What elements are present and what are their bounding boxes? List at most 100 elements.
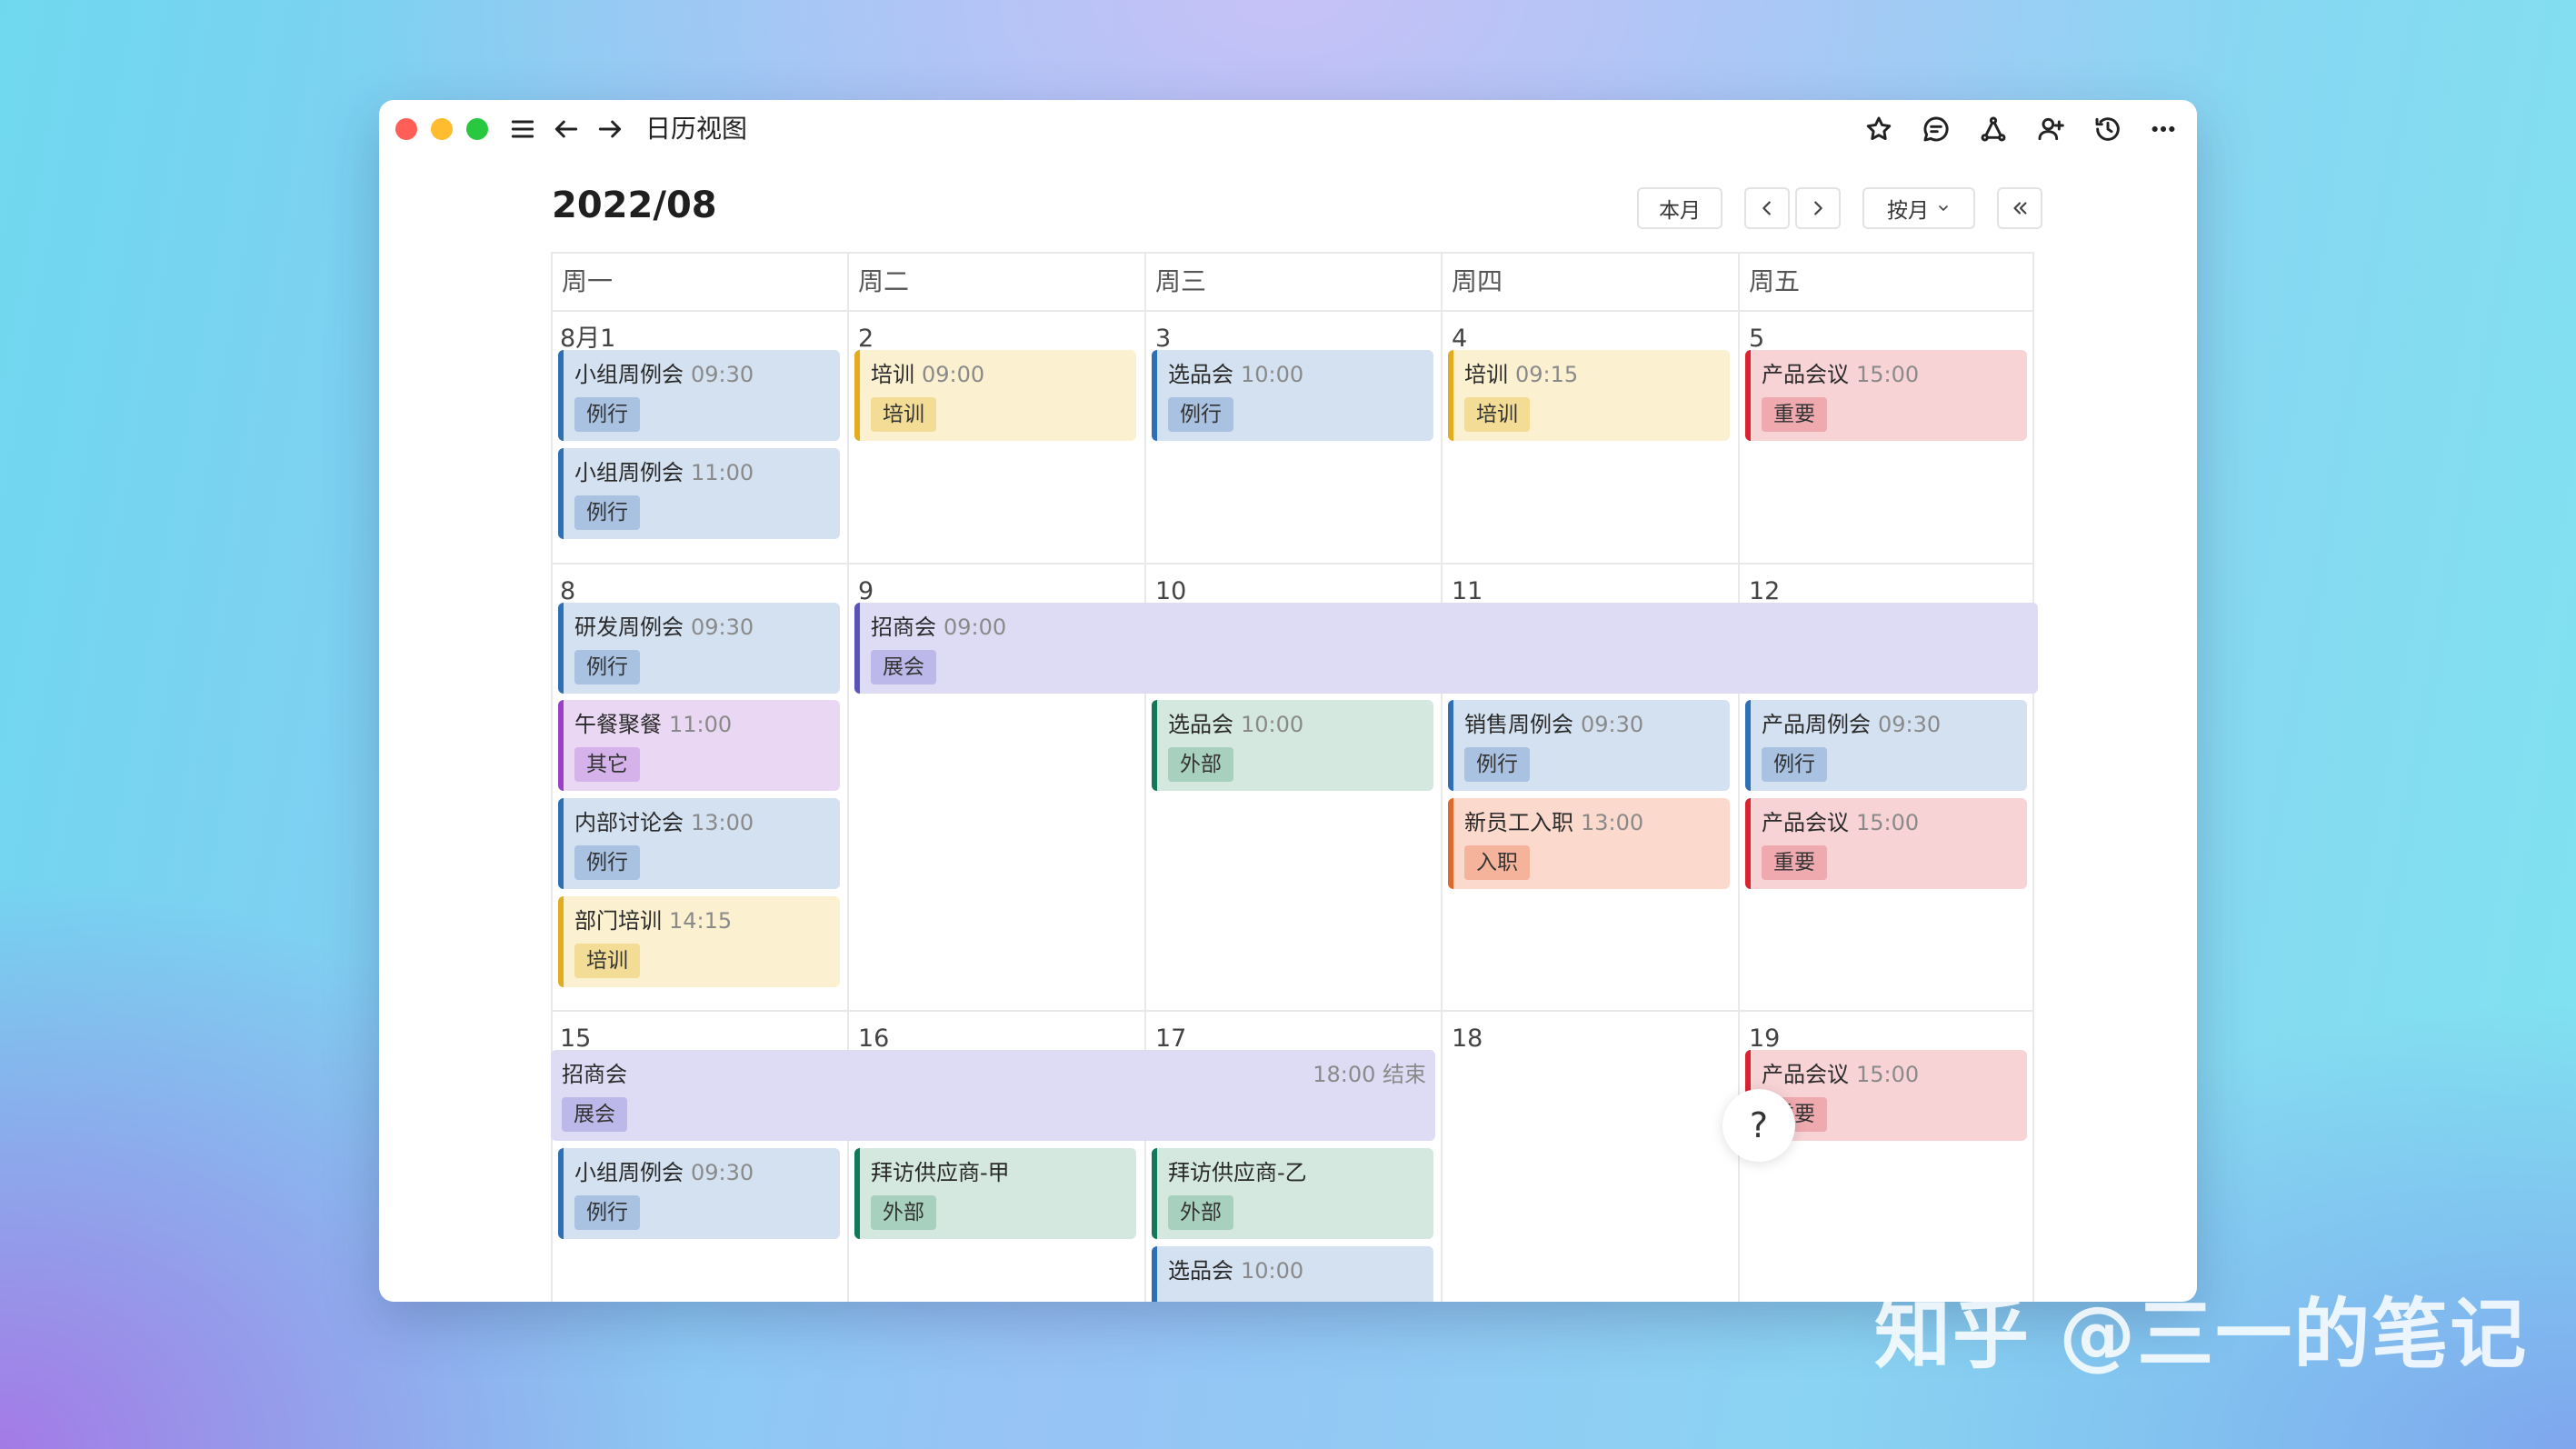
event-card[interactable]: 产品会议15:00重要 — [1745, 798, 2027, 889]
event-tag: 展会 — [871, 650, 936, 685]
collapse-button[interactable] — [1997, 187, 2042, 229]
view-mode-dropdown[interactable]: 按月 — [1862, 187, 1975, 229]
event-card[interactable]: 内部讨论会13:00 例行 — [558, 798, 840, 889]
event-title: 招商会 — [562, 1062, 627, 1087]
window-zoom-button[interactable] — [466, 118, 488, 140]
event-tag: 例行 — [1762, 747, 1827, 782]
next-month-button[interactable] — [1795, 187, 1841, 229]
event-card[interactable]: 产品会议15:00重要 — [1745, 350, 2027, 441]
event-title-line: 研发周例会09:30 — [574, 614, 754, 641]
event-title-line: 产品会议15:00 — [1762, 361, 1919, 388]
event-tag: 例行 — [574, 495, 640, 530]
forward-arrow-icon[interactable] — [594, 113, 626, 145]
event-card[interactable]: 选品会10:00外部 — [1152, 700, 1433, 791]
add-user-icon[interactable] — [2034, 113, 2067, 145]
star-icon[interactable] — [1862, 113, 1895, 145]
weekday-header: 周五 — [1749, 266, 1800, 297]
event-card[interactable]: 新员工入职13:00入职 — [1448, 798, 1730, 889]
event-card[interactable]: 招商会09:00 展会 — [854, 603, 2038, 694]
event-time: 09:30 — [691, 1160, 754, 1185]
event-time: 10:00 — [1241, 1258, 1303, 1284]
comment-icon[interactable] — [1920, 113, 1952, 145]
event-title-line: 拜访供应商-甲 — [871, 1159, 1010, 1186]
event-card[interactable]: 培训 09:15 培训 — [1448, 350, 1730, 441]
event-tag: 培训 — [871, 397, 936, 432]
chevron-left-icon — [1757, 198, 1777, 218]
event-time: 10:00 — [1241, 362, 1303, 387]
event-title-line: 培训09:00 — [871, 361, 984, 388]
event-title: 小组周例会 — [574, 460, 684, 485]
event-card[interactable]: 研发周例会09:30 例行 — [558, 603, 840, 694]
event-card[interactable]: 午餐聚餐11:00其它 — [558, 700, 840, 791]
event-time: 09:30 — [691, 362, 754, 387]
event-tag: 例行 — [574, 1195, 640, 1230]
share-icon[interactable] — [1977, 113, 2010, 145]
weekday-header: 周一 — [562, 266, 613, 297]
event-tag: 例行 — [574, 845, 640, 880]
event-tag: 其它 — [574, 747, 640, 782]
event-time: 09:00 — [944, 615, 1006, 640]
event-title-line: 选品会10:00 — [1168, 361, 1303, 388]
this-month-button[interactable]: 本月 — [1637, 187, 1722, 229]
weekday-header: 周二 — [858, 266, 909, 297]
month-title: 2022/08 — [552, 184, 717, 227]
event-tag: 例行 — [1464, 747, 1530, 782]
event-card[interactable]: 培训09:00 培训 — [854, 350, 1136, 441]
history-icon[interactable] — [2092, 113, 2124, 145]
event-title: 选品会 — [1168, 712, 1233, 737]
window-close-button[interactable] — [395, 118, 417, 140]
window-minimize-button[interactable] — [431, 118, 453, 140]
event-title-line: 产品会议15:00 — [1762, 1061, 1919, 1088]
event-tag: 入职 — [1464, 845, 1530, 880]
event-title: 产品会议 — [1762, 362, 1849, 387]
event-card[interactable]: 部门培训 14:15 培训 — [558, 896, 840, 987]
event-tag: 培训 — [1464, 397, 1530, 432]
event-title: 产品会议 — [1762, 1062, 1849, 1087]
event-time: 14:15 — [669, 908, 732, 934]
event-card[interactable]: 选品会 10:00 — [1152, 1246, 1433, 1302]
event-time: 09:15 — [1515, 362, 1578, 387]
calendar-grid: 周一 周二 周三 周四 周五 8月1 2 3 4 5 8 9 10 11 12 … — [551, 252, 2034, 1302]
event-title: 拜访供应商-乙 — [1168, 1160, 1307, 1185]
help-button[interactable]: ? — [1722, 1089, 1795, 1162]
event-tag: 例行 — [574, 650, 640, 685]
event-title-line: 招商会09:00 — [871, 614, 1006, 641]
day-number: 18 — [1452, 1024, 1483, 1054]
view-mode-label: 按月 — [1887, 193, 1929, 224]
event-card[interactable]: 产品周例会09:30例行 — [1745, 700, 2027, 791]
more-icon[interactable] — [2147, 113, 2180, 145]
event-title: 小组周例会 — [574, 362, 684, 387]
event-title: 选品会 — [1168, 1258, 1233, 1284]
event-card[interactable]: 小组周例会 09:30 例行 — [558, 350, 840, 441]
event-title-line: 小组周例会 09:30 — [574, 361, 754, 388]
event-card[interactable]: 选品会10:00例行 — [1152, 350, 1433, 441]
event-title: 小组周例会 — [574, 1160, 684, 1185]
weekday-header: 周三 — [1155, 266, 1206, 297]
event-title-line: 选品会 10:00 — [1168, 1257, 1303, 1284]
back-arrow-icon[interactable] — [550, 113, 583, 145]
event-title-line: 部门培训 14:15 — [574, 907, 732, 934]
event-time: 09:30 — [1581, 712, 1643, 737]
event-card[interactable]: 销售周例会09:30例行 — [1448, 700, 1730, 791]
event-time: 11:00 — [669, 712, 732, 737]
event-title: 研发周例会 — [574, 615, 684, 640]
event-title-line: 内部讨论会13:00 — [574, 809, 754, 836]
event-card[interactable]: 拜访供应商-乙外部 — [1152, 1148, 1433, 1239]
chevron-down-icon — [1936, 201, 1951, 215]
prev-month-button[interactable] — [1744, 187, 1790, 229]
event-tag: 外部 — [1168, 1195, 1233, 1230]
event-title: 产品会议 — [1762, 810, 1849, 835]
event-card[interactable]: 拜访供应商-甲外部 — [854, 1148, 1136, 1239]
event-title: 培训 — [1464, 362, 1508, 387]
event-tag: 展会 — [562, 1097, 627, 1132]
event-title: 部门培训 — [574, 908, 662, 934]
menu-icon[interactable] — [506, 113, 539, 145]
event-card[interactable]: 小组周例会11:00例行 — [558, 448, 840, 539]
watermark: 知乎 @三一的笔记 — [1874, 1289, 2528, 1380]
event-title: 内部讨论会 — [574, 810, 684, 835]
event-card[interactable]: 招商会展会18:00 结束 — [551, 1050, 1435, 1141]
weekday-header: 周四 — [1452, 266, 1503, 297]
event-tag: 培训 — [574, 944, 640, 978]
event-card[interactable]: 小组周例会 09:30 例行 — [558, 1148, 840, 1239]
event-tag: 例行 — [574, 397, 640, 432]
